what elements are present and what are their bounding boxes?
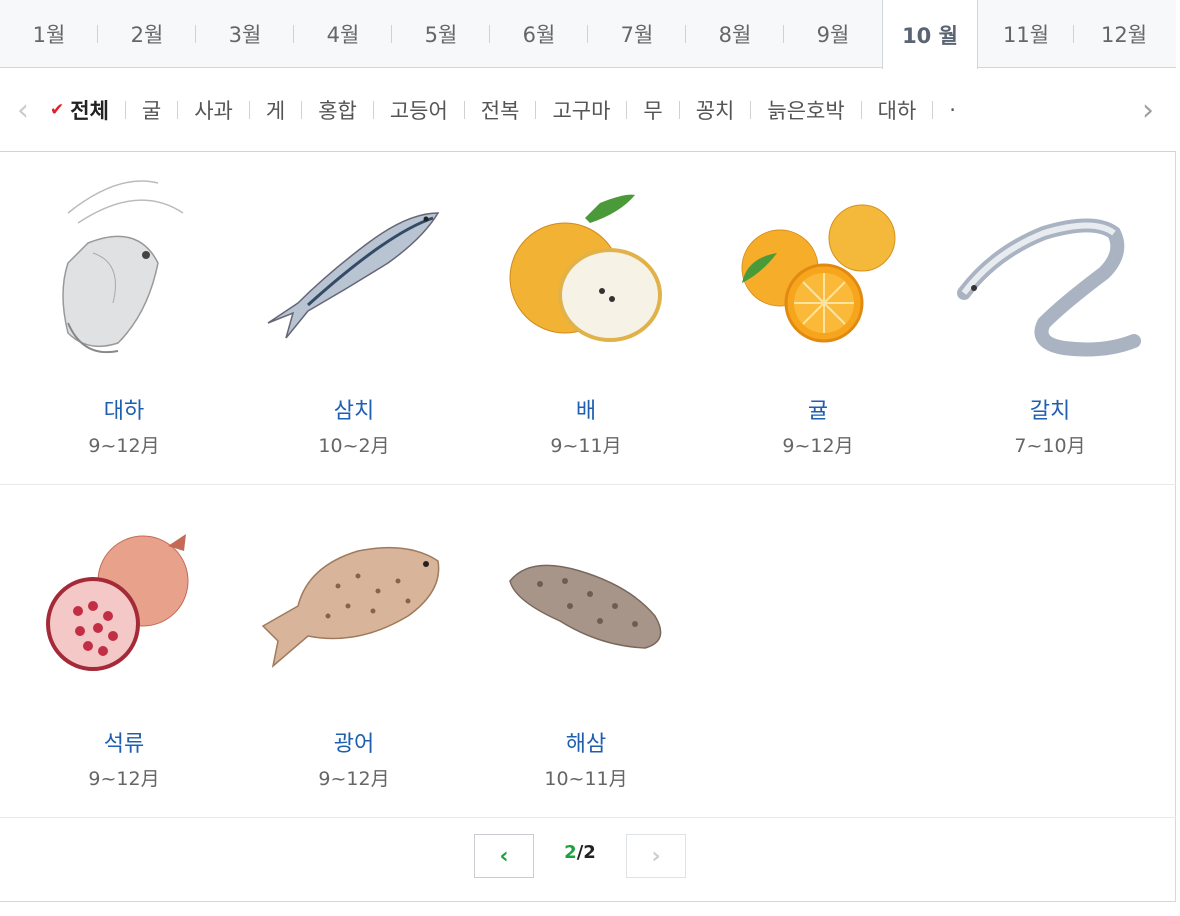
- shrimp-icon: [8, 173, 240, 363]
- product-item[interactable]: 해삼 10~11月: [470, 506, 702, 791]
- tab-month-9[interactable]: 9월: [784, 0, 882, 67]
- product-item[interactable]: 광어 9~12月: [238, 506, 470, 791]
- product-name: 석류: [103, 732, 145, 757]
- tab-month-6[interactable]: 6월: [490, 0, 588, 67]
- tab-label: 10 월: [902, 23, 958, 48]
- tab-label: 1월: [32, 22, 66, 47]
- next-page-button[interactable]: ›: [626, 834, 686, 878]
- page-indicator: 2/2: [550, 842, 610, 863]
- category-label: 홍합: [318, 99, 357, 123]
- category-label: 대하: [877, 99, 917, 123]
- tab-month-3[interactable]: 3월: [196, 0, 294, 67]
- category-label: 꽁치: [695, 99, 735, 123]
- month-tabs: 1월 2월 3월 4월 5월 6월 7월 8월 9월 10 월 11월 12월: [0, 0, 1176, 69]
- category-item[interactable]: 고구마: [536, 95, 626, 125]
- hairtail-icon: [934, 173, 1166, 363]
- product-season: 10~11月: [544, 768, 628, 790]
- product-name: 배: [575, 399, 597, 424]
- sea-cucumber-icon: [470, 506, 702, 696]
- category-list: ✔ 전체 굴 사과 게 홍합 고등어 전복 고구마 무 꽁치 늙은호박 대하 ·: [50, 68, 1124, 152]
- product-season: 9~12月: [88, 435, 160, 457]
- tab-label: 5월: [424, 22, 458, 47]
- tab-month-1[interactable]: 1월: [0, 0, 98, 67]
- tab-label: 4월: [326, 22, 360, 47]
- category-label: 굴: [141, 99, 162, 123]
- tab-month-10[interactable]: 10 월: [882, 0, 978, 69]
- product-row: 석류 9~12月 광어 9~12月 해삼 10~11月: [0, 486, 1176, 818]
- product-item[interactable]: 삼치 10~2月: [238, 173, 470, 458]
- category-label: 고구마: [552, 99, 611, 123]
- product-name: 해삼: [565, 732, 607, 757]
- prev-page-button[interactable]: ‹: [474, 834, 534, 878]
- product-item[interactable]: 귤 9~12月: [702, 173, 934, 458]
- category-label: 사과: [194, 99, 233, 123]
- spanish-mackerel-icon: [238, 173, 470, 363]
- category-item[interactable]: 꽁치: [680, 95, 751, 125]
- product-season: 9~11月: [550, 435, 622, 457]
- tab-month-2[interactable]: 2월: [98, 0, 196, 67]
- tab-month-8[interactable]: 8월: [686, 0, 784, 67]
- chevron-left-icon[interactable]: ‹: [8, 92, 38, 128]
- product-name: 귤: [807, 399, 829, 424]
- product-name: 광어: [333, 732, 375, 757]
- category-label: 게: [265, 99, 286, 123]
- product-item[interactable]: 대하 9~12月: [8, 173, 240, 458]
- category-bar: ‹ ✔ 전체 굴 사과 게 홍합 고등어 전복 고구마 무 꽁치 늙은호박 대하 …: [0, 68, 1176, 152]
- chevron-left-icon: ‹: [499, 843, 509, 869]
- tab-label: 12월: [1100, 22, 1148, 47]
- tab-label: 6월: [522, 22, 556, 47]
- category-item[interactable]: 전복: [465, 95, 536, 125]
- product-name: 대하: [103, 399, 145, 424]
- chevron-right-icon: ›: [651, 843, 661, 869]
- product-item[interactable]: 석류 9~12月: [8, 506, 240, 791]
- category-item[interactable]: 사과: [178, 95, 249, 125]
- product-name: 삼치: [333, 399, 375, 424]
- category-label: 전복: [480, 99, 520, 123]
- tab-label: 2월: [130, 22, 164, 47]
- category-label: 전체: [70, 99, 109, 123]
- flatfish-icon: [238, 506, 470, 696]
- category-item[interactable]: 게: [250, 95, 301, 125]
- tab-month-5[interactable]: 5월: [392, 0, 490, 67]
- category-label: 무: [643, 99, 663, 123]
- chevron-right-icon[interactable]: ›: [1133, 92, 1163, 128]
- check-icon: ✔: [50, 100, 65, 120]
- tab-label: 7월: [620, 22, 654, 47]
- pagination: ‹ 2/2 ›: [0, 818, 1176, 902]
- tangerine-icon: [702, 173, 934, 363]
- category-label: 늙은호박: [767, 99, 845, 123]
- product-season: 7~10月: [1014, 435, 1086, 457]
- tab-label: 8월: [718, 22, 752, 47]
- product-season: 9~12月: [782, 435, 854, 457]
- category-item-all[interactable]: ✔ 전체: [50, 95, 125, 125]
- pomegranate-icon: [8, 506, 240, 696]
- tab-month-4[interactable]: 4월: [294, 0, 392, 67]
- product-season: 10~2月: [318, 435, 390, 457]
- product-name: 갈치: [1029, 399, 1071, 424]
- current-page: 2: [564, 842, 577, 863]
- tab-label: 3월: [228, 22, 262, 47]
- category-item[interactable]: 홍합: [302, 95, 373, 125]
- product-item[interactable]: 갈치 7~10月: [934, 173, 1166, 458]
- total-pages: 2: [583, 842, 596, 863]
- category-item[interactable]: 무: [627, 95, 678, 125]
- category-label: 고등어: [389, 99, 448, 123]
- tab-month-7[interactable]: 7월: [588, 0, 686, 67]
- category-item[interactable]: 대하: [862, 95, 933, 125]
- tab-month-12[interactable]: 12월: [1074, 0, 1174, 67]
- tab-month-11[interactable]: 11월: [978, 0, 1074, 67]
- product-row: 대하 9~12月 삼치 10~2月 배 9~11月 귤 9~12月 갈치 7~1…: [0, 153, 1176, 485]
- tab-label: 9월: [816, 22, 850, 47]
- product-item[interactable]: 배 9~11月: [470, 173, 702, 458]
- product-season: 9~12月: [318, 768, 390, 790]
- category-item[interactable]: ·: [933, 98, 972, 122]
- category-item[interactable]: 고등어: [374, 95, 464, 125]
- tab-label: 11월: [1002, 22, 1050, 47]
- pear-icon: [470, 173, 702, 363]
- category-item[interactable]: 굴: [126, 95, 177, 125]
- category-item[interactable]: 늙은호박: [751, 95, 860, 125]
- product-season: 9~12月: [88, 768, 160, 790]
- category-label: ·: [949, 98, 956, 122]
